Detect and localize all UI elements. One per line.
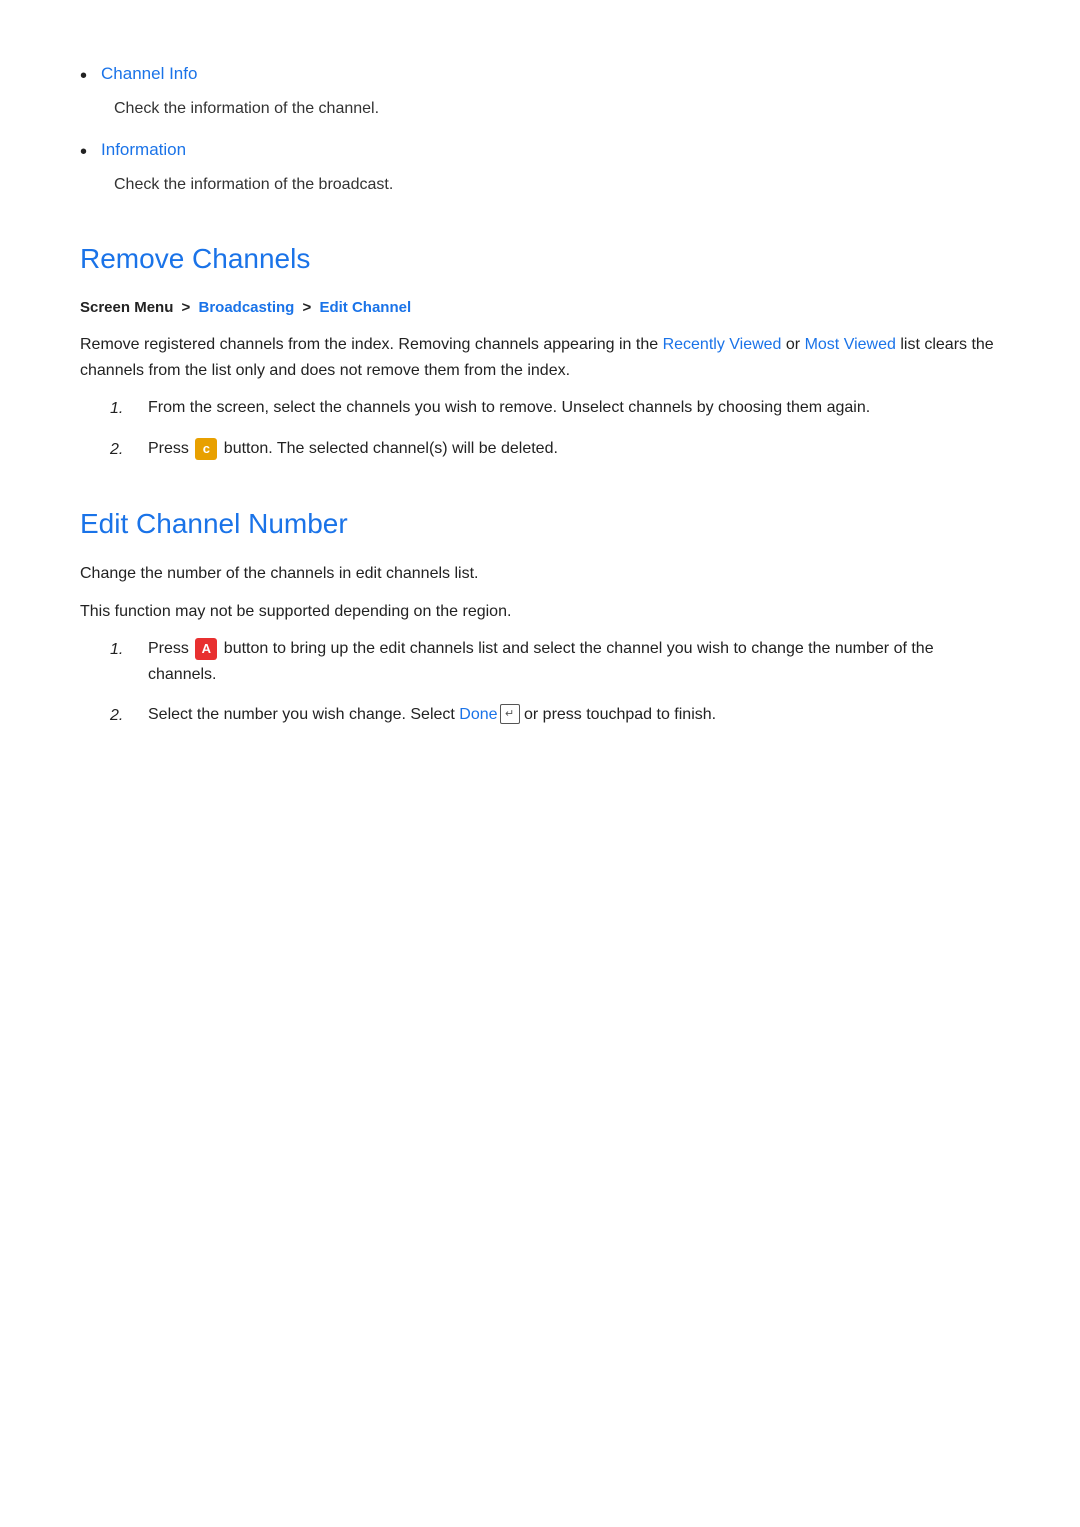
- done-link[interactable]: Done: [459, 706, 497, 723]
- done-icon: ↵: [500, 704, 520, 724]
- breadcrumb-screen-menu: Screen Menu: [80, 299, 173, 316]
- remove-channels-heading: Remove Channels: [80, 237, 1000, 282]
- bullet-dot-2: •: [80, 138, 87, 166]
- middle-text: or: [781, 336, 804, 353]
- edit-channel-number-desc1: Change the number of the channels in edi…: [80, 561, 1000, 587]
- information-desc: Check the information of the broadcast.: [114, 172, 1000, 198]
- recently-viewed-link[interactable]: Recently Viewed: [663, 336, 782, 353]
- most-viewed-link[interactable]: Most Viewed: [805, 336, 896, 353]
- remove-channels-steps: 1. From the screen, select the channels …: [110, 395, 1000, 462]
- bullet-item-information: • Information: [80, 136, 1000, 166]
- channel-info-desc: Check the information of the channel.: [114, 96, 1000, 122]
- edit-step-1-before: Press: [148, 640, 193, 657]
- remove-channels-breadcrumb: Screen Menu > Broadcasting > Edit Channe…: [80, 296, 1000, 320]
- edit-step-1-after: button to bring up the edit channels lis…: [148, 640, 934, 683]
- edit-step-2-after: or press touchpad to finish.: [520, 706, 717, 723]
- edit-step-2-text: Select the number you wish change. Selec…: [148, 702, 1000, 728]
- remove-step-1-num: 1.: [110, 396, 138, 422]
- remove-step-2: 2. Press c button. The selected channel(…: [110, 436, 1000, 463]
- a-button-icon: A: [195, 638, 217, 660]
- information-link[interactable]: Information: [101, 136, 186, 163]
- remove-step-2-num: 2.: [110, 437, 138, 463]
- remove-step-1: 1. From the screen, select the channels …: [110, 395, 1000, 422]
- edit-step-1: 1. Press A button to bring up the edit c…: [110, 636, 1000, 687]
- remove-step-2-after: button. The selected channel(s) will be …: [219, 440, 558, 457]
- edit-step-2-before: Select the number you wish change. Selec…: [148, 706, 459, 723]
- edit-step-2: 2. Select the number you wish change. Se…: [110, 702, 1000, 729]
- edit-channel-number-steps: 1. Press A button to bring up the edit c…: [110, 636, 1000, 728]
- breadcrumb-edit-channel[interactable]: Edit Channel: [319, 299, 411, 316]
- edit-step-1-text: Press A button to bring up the edit chan…: [148, 636, 1000, 687]
- edit-channel-number-desc2: This function may not be supported depen…: [80, 599, 1000, 625]
- bullet-dot: •: [80, 62, 87, 90]
- edit-step-2-num: 2.: [110, 703, 138, 729]
- edit-step-1-num: 1.: [110, 637, 138, 663]
- remove-step-2-text: Press c button. The selected channel(s) …: [148, 436, 1000, 462]
- intro-text: Remove registered channels from the inde…: [80, 336, 663, 353]
- bullet-item-channel-info: • Channel Info: [80, 60, 1000, 90]
- edit-channel-number-heading: Edit Channel Number: [80, 502, 1000, 547]
- channel-info-link[interactable]: Channel Info: [101, 60, 197, 87]
- remove-channels-intro: Remove registered channels from the inde…: [80, 332, 1000, 383]
- breadcrumb-broadcasting[interactable]: Broadcasting: [198, 299, 294, 316]
- c-button-icon: c: [195, 438, 217, 460]
- breadcrumb-sep-1: >: [182, 299, 191, 316]
- remove-step-2-before: Press: [148, 440, 193, 457]
- remove-step-1-text: From the screen, select the channels you…: [148, 395, 1000, 421]
- breadcrumb-sep-2: >: [303, 299, 312, 316]
- bullet-section: • Channel Info Check the information of …: [80, 60, 1000, 197]
